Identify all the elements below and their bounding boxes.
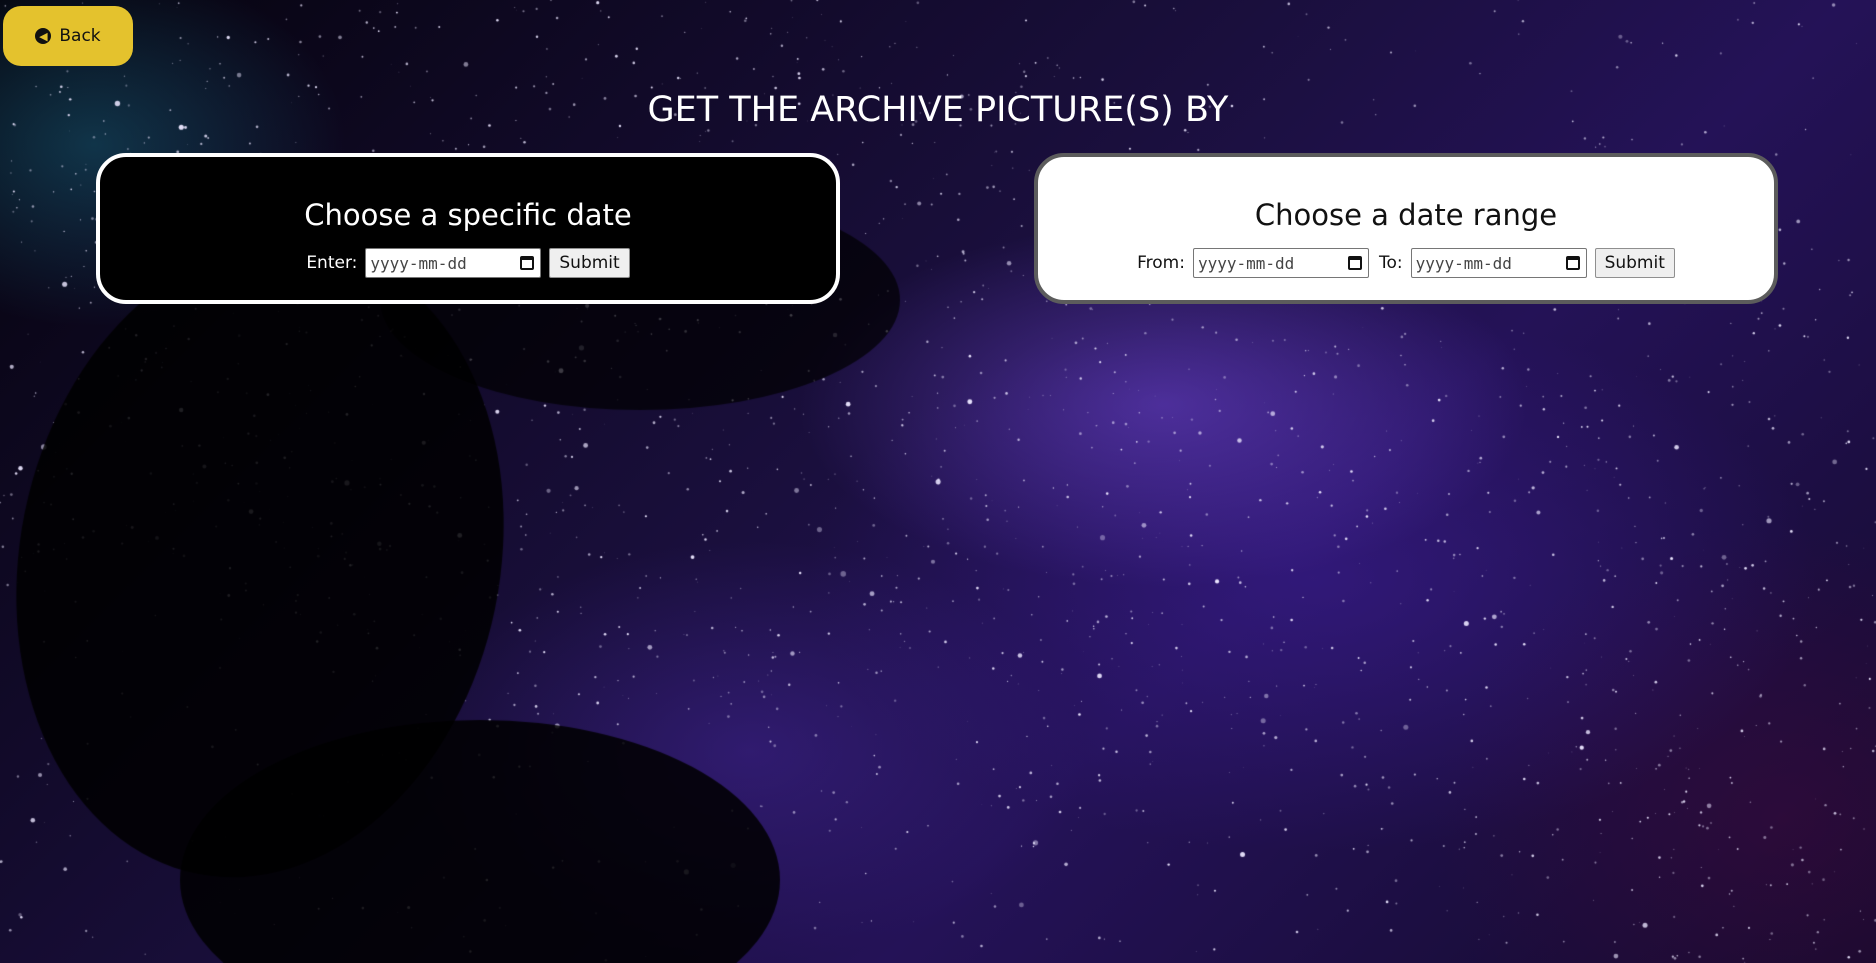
to-date-input[interactable]: yyyy-mm-dd — [1410, 248, 1587, 278]
specific-date-card: Choose a specific date Enter: yyyy-mm-dd… — [96, 153, 840, 304]
specific-date-placeholder: yyyy-mm-dd — [370, 253, 467, 273]
to-date-placeholder: yyyy-mm-dd — [1415, 253, 1512, 273]
date-range-card: Choose a date range From: yyyy-mm-dd To:… — [1034, 153, 1778, 304]
specific-date-form: Enter: yyyy-mm-dd Submit — [100, 248, 836, 278]
page-title: GET THE ARCHIVE PICTURE(S) BY — [647, 90, 1229, 130]
to-label: To: — [1378, 253, 1403, 273]
calendar-icon[interactable] — [1347, 256, 1362, 270]
calendar-icon[interactable] — [1565, 256, 1580, 270]
from-label: From: — [1137, 253, 1185, 273]
from-date-placeholder: yyyy-mm-dd — [1197, 253, 1295, 273]
from-date-input[interactable]: yyyy-mm-dd — [1192, 248, 1369, 278]
specific-date-title: Choose a specific date — [304, 198, 632, 232]
enter-label: Enter: — [306, 253, 358, 273]
back-button[interactable]: ◀ Back — [3, 6, 133, 66]
date-range-title: Choose a date range — [1254, 198, 1558, 232]
starfield-background — [0, 0, 1876, 963]
circle-arrow-left-icon: ◀ — [35, 28, 52, 44]
specific-date-submit-button[interactable]: Submit — [549, 248, 630, 278]
calendar-icon[interactable] — [520, 256, 535, 270]
back-button-label: Back — [59, 26, 101, 46]
date-range-form: From: yyyy-mm-dd To: yyyy-mm-dd Submit — [1038, 248, 1774, 278]
date-range-submit-button[interactable]: Submit — [1594, 248, 1675, 278]
specific-date-input[interactable]: yyyy-mm-dd — [365, 248, 542, 278]
